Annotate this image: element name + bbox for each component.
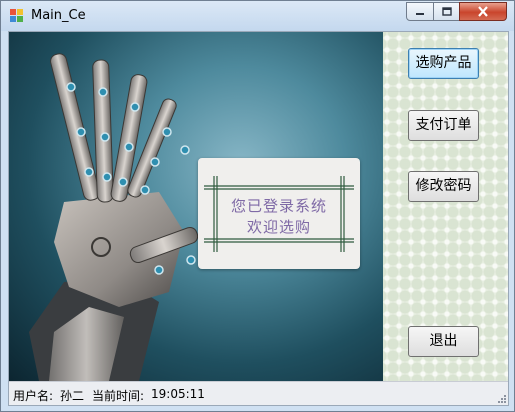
resize-grip-icon[interactable] bbox=[496, 393, 506, 403]
maximize-button[interactable] bbox=[433, 2, 460, 21]
close-button[interactable] bbox=[459, 2, 507, 21]
select-products-button[interactable]: 选购产品 bbox=[408, 48, 479, 79]
login-message: 您已登录系统 bbox=[230, 197, 327, 215]
title-bar[interactable]: Main_Ce bbox=[1, 1, 514, 31]
client-area: 您已登录系统 欢迎选购 选购产品 支付订单 修改密码 退出 用户名: 孙二 当前… bbox=[8, 31, 509, 406]
robot-hand-image: 您已登录系统 欢迎选购 bbox=[9, 32, 383, 381]
welcome-message: 欢迎选购 bbox=[246, 218, 311, 236]
main-window: Main_Ce 您已登录系统 欢迎选购 选购产品 支付订单 修改密码 退出 用户… bbox=[0, 0, 515, 412]
close-icon bbox=[478, 6, 488, 17]
maximize-icon bbox=[441, 7, 452, 16]
minimize-icon bbox=[416, 12, 424, 15]
username-label: 用户名: bbox=[13, 389, 54, 403]
current-time-label: 当前时间: bbox=[92, 389, 145, 403]
change-password-button[interactable]: 修改密码 bbox=[408, 171, 479, 202]
status-bar: 用户名: 孙二 当前时间: 19:05:11 bbox=[9, 381, 508, 405]
window-title: Main_Ce bbox=[31, 8, 86, 23]
welcome-card: 您已登录系统 欢迎选购 bbox=[198, 158, 360, 269]
current-time-value: 19:05:11 bbox=[151, 387, 205, 401]
app-icon bbox=[10, 9, 23, 22]
minimize-button[interactable] bbox=[406, 2, 434, 21]
pay-order-button[interactable]: 支付订单 bbox=[408, 110, 479, 141]
exit-button[interactable]: 退出 bbox=[408, 326, 479, 357]
username-value: 孙二 bbox=[60, 389, 85, 403]
